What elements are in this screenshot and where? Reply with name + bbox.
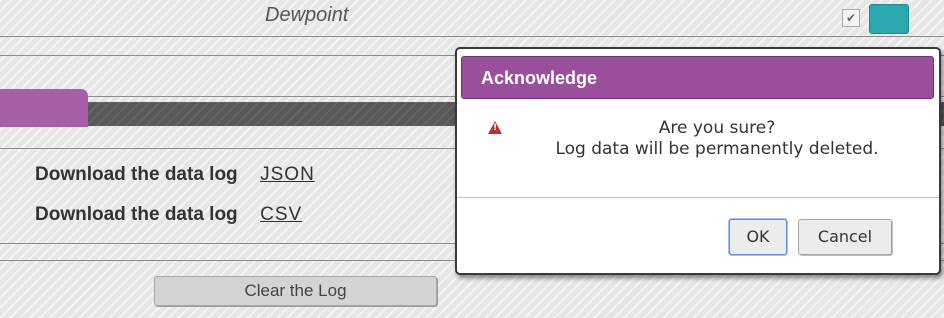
acknowledge-dialog: Acknowledge ! Are you sure? Log data wil… [455,47,941,275]
section-tab[interactable] [0,89,88,127]
download-csv-row: Download the data log CSV [35,204,302,226]
dialog-title: Acknowledge [461,56,934,99]
download-json-row: Download the data log JSON [35,164,315,186]
dialog-separator [457,197,939,198]
ok-button[interactable]: OK [729,219,787,255]
clear-log-button[interactable]: Clear the Log [154,276,437,306]
dialog-message-line2: Log data will be permanently deleted. [555,139,879,159]
dialog-message-line1: Are you sure? [658,118,776,138]
divider [0,36,944,37]
download-label: Download the data log [35,204,238,225]
download-csv-link[interactable]: CSV [260,204,302,225]
download-json-link[interactable]: JSON [260,164,315,185]
dewpoint-color-swatch[interactable] [869,4,909,34]
cancel-button[interactable]: Cancel [798,219,892,255]
warning-icon: ! [488,121,502,134]
download-label: Download the data log [35,164,238,185]
dewpoint-label: Dewpoint [265,4,349,26]
dewpoint-checkbox[interactable]: ✔ [842,9,860,27]
dialog-message: Are you sure? Log data will be permanent… [513,118,921,160]
